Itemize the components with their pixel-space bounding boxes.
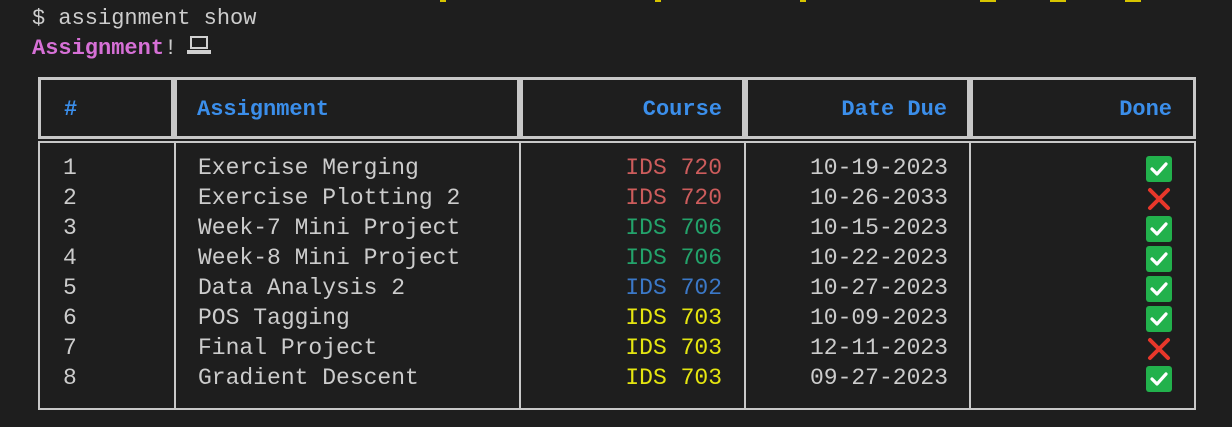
- command-line: $ assignment show: [32, 5, 256, 33]
- header-done-label: Done: [1119, 97, 1172, 122]
- table-row: 4 Week-8 Mini Project IDS 706 10-22-2023: [38, 243, 1196, 273]
- date-due: 12-11-2023: [809, 335, 948, 361]
- command-text: assignment show: [58, 6, 257, 31]
- assignment-name: Final Project: [198, 335, 378, 361]
- check-icon: [1146, 306, 1172, 332]
- assignment-name: Exercise Merging: [198, 155, 419, 181]
- date-due: 10-19-2023: [809, 155, 948, 181]
- course-code: IDS 706: [625, 215, 722, 241]
- row-number: 3: [63, 215, 77, 241]
- table-title: Assignment!: [32, 35, 213, 63]
- header-course: Course: [520, 77, 745, 139]
- course-code: IDS 702: [625, 275, 722, 301]
- header-num: #: [38, 77, 174, 139]
- header-date-due-label: Date Due: [841, 97, 947, 122]
- check-icon: [1146, 366, 1172, 392]
- date-due: 10-22-2023: [809, 245, 948, 271]
- scrollback-remnant: [0, 0, 1232, 4]
- row-number: 5: [63, 275, 77, 301]
- table-row: 6 POS Tagging IDS 703 10-09-2023: [38, 303, 1196, 333]
- done-status: [1146, 216, 1172, 242]
- date-due: 10-15-2023: [809, 215, 948, 241]
- check-icon: [1146, 246, 1172, 272]
- table-row: 7 Final Project IDS 703 12-11-2023: [38, 333, 1196, 363]
- header-assignment-label: Assignment: [197, 97, 330, 122]
- header-num-label: #: [64, 97, 78, 122]
- table-row: 5 Data Analysis 2 IDS 702 10-27-2023: [38, 273, 1196, 303]
- course-code: IDS 720: [625, 185, 722, 211]
- title-word: Assignment: [32, 36, 165, 61]
- course-code: IDS 706: [625, 245, 722, 271]
- date-due: 09-27-2023: [809, 365, 948, 391]
- done-status: [1146, 156, 1172, 182]
- course-code: IDS 720: [625, 155, 722, 181]
- table-row: 1 Exercise Merging IDS 720 10-19-2023: [38, 153, 1196, 183]
- check-icon: [1146, 216, 1172, 242]
- row-number: 8: [63, 365, 77, 391]
- row-number: 4: [63, 245, 77, 271]
- title-suffix: !: [164, 36, 178, 61]
- header-assignment: Assignment: [174, 77, 520, 139]
- row-number: 7: [63, 335, 77, 361]
- done-status: [1146, 276, 1172, 302]
- course-code: IDS 703: [625, 305, 722, 331]
- date-due: 10-09-2023: [809, 305, 948, 331]
- prompt-symbol: $: [32, 6, 46, 31]
- assignment-name: Data Analysis 2: [198, 275, 406, 301]
- done-status: [1146, 186, 1172, 212]
- assignment-name: POS Tagging: [198, 305, 350, 331]
- check-icon: [1146, 156, 1172, 182]
- row-number: 6: [63, 305, 77, 331]
- done-status: [1146, 246, 1172, 272]
- assignment-name: Week-8 Mini Project: [198, 245, 461, 271]
- date-due: 10-27-2023: [809, 275, 948, 301]
- row-number: 2: [63, 185, 77, 211]
- cross-icon: [1146, 186, 1172, 212]
- laptop-icon: [187, 36, 213, 56]
- done-status: [1146, 336, 1172, 362]
- check-icon: [1146, 276, 1172, 302]
- assignment-name: Week-7 Mini Project: [198, 215, 461, 241]
- table-row: 3 Week-7 Mini Project IDS 706 10-15-2023: [38, 213, 1196, 243]
- header-date-due: Date Due: [745, 77, 970, 139]
- done-status: [1146, 366, 1172, 392]
- table-row: 8 Gradient Descent IDS 703 09-27-2023: [38, 363, 1196, 393]
- cross-icon: [1146, 336, 1172, 362]
- assignment-name: Exercise Plotting 2: [198, 185, 461, 211]
- date-due: 10-26-2033: [809, 185, 948, 211]
- course-code: IDS 703: [625, 365, 722, 391]
- row-number: 1: [63, 155, 77, 181]
- header-done: Done: [970, 77, 1196, 139]
- assignment-table: # Assignment Course Date Due Done 1 Exerc…: [38, 77, 1196, 410]
- done-status: [1146, 306, 1172, 332]
- assignment-name: Gradient Descent: [198, 365, 419, 391]
- course-code: IDS 703: [625, 335, 722, 361]
- table-row: 2 Exercise Plotting 2 IDS 720 10-26-2033: [38, 183, 1196, 213]
- header-course-label: Course: [642, 97, 722, 122]
